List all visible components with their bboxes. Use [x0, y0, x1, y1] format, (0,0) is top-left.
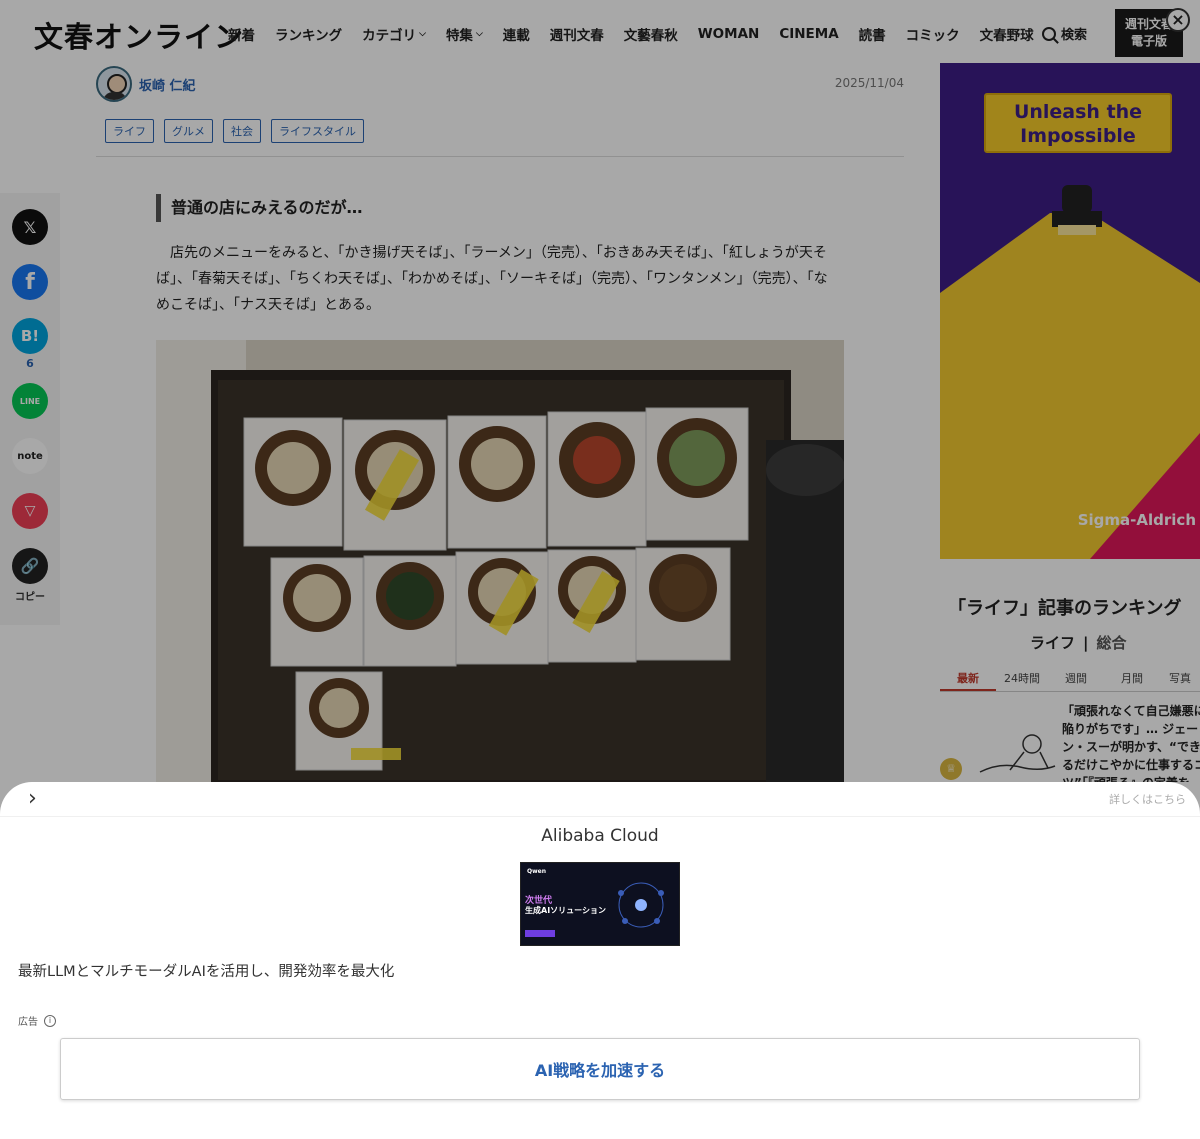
ad-label-row: 広告 i — [18, 1013, 56, 1028]
info-icon[interactable]: i — [44, 1014, 56, 1027]
creative-cta-bar — [525, 930, 555, 937]
ad-creative-image[interactable]: Qwen 次世代 生成AIソリューション — [520, 862, 680, 946]
details-link[interactable]: 詳しくはこちら — [1109, 791, 1186, 807]
creative-subheadline: 生成AIソリューション — [525, 906, 607, 915]
advertiser-name: Alibaba Cloud — [541, 826, 659, 846]
creative-logo: Qwen — [527, 868, 546, 875]
ad-description: 最新LLMとマルチモーダルAIを活用し、開発効率を最大化 — [18, 964, 395, 980]
chevron-right-icon[interactable]: › — [28, 786, 37, 811]
ad-cta-button[interactable]: AI戦略を加速する — [60, 1038, 1140, 1100]
ad-label: 広告 — [18, 1017, 38, 1028]
divider — [0, 816, 1200, 817]
ad-bottom-sheet: › 詳しくはこちら Alibaba Cloud Qwen 次世代 生成AIソリュ… — [0, 782, 1200, 1139]
